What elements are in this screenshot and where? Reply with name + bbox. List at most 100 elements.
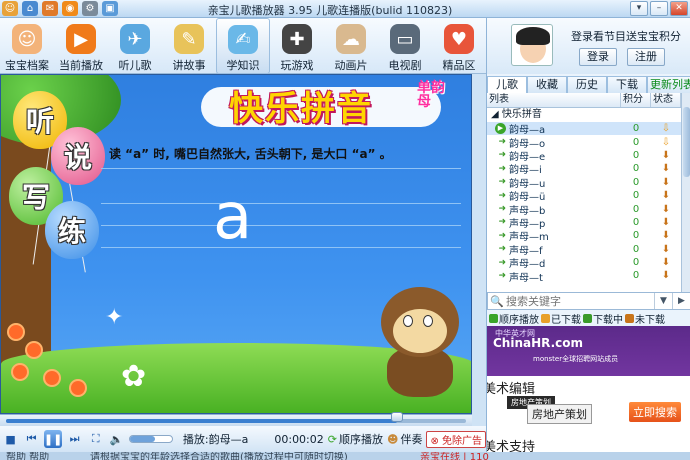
col-score[interactable]: 积分 bbox=[621, 93, 651, 107]
ruled-line bbox=[101, 168, 461, 169]
list-item[interactable]: ➜ 声母—m 0 ⬇ bbox=[487, 229, 681, 243]
gear-icon[interactable]: ⚙ bbox=[82, 1, 98, 16]
toolbar-tv-button[interactable]: ▭ 电视剧 bbox=[378, 18, 432, 74]
ad-free-button[interactable]: ⊗ 免除广告 bbox=[426, 430, 487, 448]
minimize-button[interactable]: – bbox=[650, 1, 668, 16]
list-item[interactable]: ▶ 韵母—a 0 ⇩ bbox=[487, 122, 681, 136]
col-list[interactable]: 列表 bbox=[487, 93, 621, 107]
window-title: 亲宝儿歌播放器 3.95 儿歌连播版(bulid 110823) bbox=[207, 4, 453, 17]
arrow-icon: ➜ bbox=[498, 177, 506, 188]
toolbar-baby-face-button[interactable]: ☺ 宝宝档案 bbox=[0, 18, 54, 74]
list-item[interactable]: ➜ 韵母—ü 0 ⬇ bbox=[487, 189, 681, 203]
collapse-icon[interactable]: ◢ bbox=[491, 109, 502, 120]
list-item[interactable]: ➜ 声母—b 0 ⬇ bbox=[487, 202, 681, 217]
volume-icon[interactable]: 🔈 bbox=[108, 430, 125, 448]
search-input[interactable] bbox=[506, 294, 654, 308]
rss-icon[interactable]: ◉ bbox=[62, 1, 78, 16]
progress-handle[interactable] bbox=[391, 412, 403, 422]
gamepad-icon: ✚ bbox=[282, 24, 312, 54]
col-status[interactable]: 状态 bbox=[651, 93, 681, 107]
login-button[interactable]: 登录 bbox=[579, 48, 617, 66]
tab-history[interactable]: 历史 bbox=[567, 76, 607, 93]
list-item[interactable]: ➜ 韵母—u 0 ⬇ bbox=[487, 176, 681, 190]
avatar[interactable] bbox=[511, 24, 553, 66]
not-downloaded-icon[interactable]: ⬇ bbox=[653, 257, 679, 268]
list-item[interactable]: ➜ 韵母—o 0 ⇩ bbox=[487, 135, 681, 150]
search-icon: 🔍 bbox=[490, 294, 504, 308]
not-downloaded-icon[interactable]: ⬇ bbox=[653, 204, 679, 215]
tab-songs[interactable]: 儿歌 bbox=[487, 76, 527, 93]
toolbar-play-button[interactable]: ▶ 当前播放 bbox=[54, 18, 108, 74]
toolbar-open-book-button[interactable]: ✍ 学知识 bbox=[216, 18, 270, 74]
legend-item: 未下载 bbox=[625, 311, 665, 326]
list-item[interactable]: ➜ 声母—t 0 ⬇ bbox=[487, 269, 681, 284]
playback-progress[interactable] bbox=[0, 412, 472, 426]
list-item[interactable]: ➜ 声母—p 0 ⬇ bbox=[487, 216, 681, 230]
not-downloaded-icon[interactable]: ⬇ bbox=[653, 270, 679, 281]
main-toolbar: ☺ 宝宝档案 ▶ 当前播放 ✈ 听儿歌 ✎ 讲故事 ✍ 学知识 ✚ 玩游戏 ☁ 动画片 ▭ 电视剧 ♥ 精品区 bbox=[0, 18, 486, 74]
ad-search-button[interactable]: 立即搜索 bbox=[629, 402, 681, 422]
stop-button[interactable]: ■ bbox=[2, 430, 19, 448]
toolbar-sheep-button[interactable]: ☁ 动画片 bbox=[324, 18, 378, 74]
not-downloaded-icon[interactable]: ⬇ bbox=[653, 230, 679, 241]
downloaded-icon[interactable]: ⇩ bbox=[653, 123, 679, 134]
toolbar-label: 学知识 bbox=[226, 59, 260, 72]
next-button[interactable]: ⏭ bbox=[66, 430, 83, 448]
flower-icon bbox=[27, 343, 41, 357]
list-item[interactable]: ➜ 声母—d 0 ⬇ bbox=[487, 256, 681, 270]
home-icon[interactable]: ⌂ bbox=[22, 1, 38, 16]
not-downloaded-icon[interactable]: ⬇ bbox=[653, 177, 679, 188]
accompany-button[interactable]: ☻ 伴奏 bbox=[387, 431, 422, 447]
mail-icon[interactable]: ✉ bbox=[42, 1, 58, 16]
toolbar-gamepad-button[interactable]: ✚ 玩游戏 bbox=[270, 18, 324, 74]
list-item[interactable]: ➜ 韵母—e 0 ⬇ bbox=[487, 149, 681, 163]
toolbar-heart-button[interactable]: ♥ 精品区 bbox=[432, 18, 486, 74]
toolbar-label: 电视剧 bbox=[388, 59, 422, 72]
previous-button[interactable]: ⏮ bbox=[23, 430, 40, 448]
list-item[interactable]: ➜ 声母—f 0 ⬇ bbox=[487, 243, 681, 257]
fullscreen-button[interactable]: ⛶ bbox=[87, 430, 104, 448]
tab-favorites[interactable]: 收藏 bbox=[527, 76, 567, 93]
tab-downloads[interactable]: 下载 bbox=[607, 76, 647, 93]
toolbar-book-button[interactable]: ✎ 讲故事 bbox=[162, 18, 216, 74]
downloaded-icon[interactable]: ⇩ bbox=[653, 137, 679, 148]
menu-button[interactable]: ▾ bbox=[630, 1, 648, 16]
advertisement-banner[interactable]: 中华英才网 ChinaHR.com monster全球招聘网站成员 美术编辑 房… bbox=[487, 326, 690, 452]
ruled-line bbox=[101, 247, 461, 248]
open-book-icon: ✍ bbox=[228, 25, 258, 54]
close-button[interactable]: ✕ bbox=[670, 1, 688, 16]
arrow-icon: ➜ bbox=[498, 270, 506, 281]
not-downloaded-icon[interactable]: ⬇ bbox=[653, 150, 679, 161]
pause-button[interactable]: ❚❚ bbox=[44, 430, 62, 448]
status-help[interactable]: 帮助 帮助 bbox=[6, 452, 49, 460]
list-item[interactable]: ➜ 韵母—i 0 ⬇ bbox=[487, 162, 681, 176]
legend-swatch-icon bbox=[583, 313, 592, 323]
song-list: ◢ 快乐拼音 ▶ 韵母—a 0 ⇩ ➜ 韵母—o 0 ⇩ ➜ 韵母—e 0 ⬇ ➜ 韵母—i 0 ⬇ ➜ 韵母—u… bbox=[487, 108, 681, 296]
list-group[interactable]: ◢ 快乐拼音 bbox=[487, 108, 681, 122]
list-item-name: 声母—t bbox=[509, 272, 543, 284]
search-dropdown-button[interactable]: ▼ bbox=[654, 293, 672, 309]
ad-brand: ChinaHR.com bbox=[493, 336, 584, 350]
volume-slider[interactable] bbox=[129, 435, 173, 443]
arrow-icon: ➜ bbox=[498, 204, 506, 215]
balloon-practice[interactable]: 练 bbox=[45, 201, 99, 259]
register-button[interactable]: 注册 bbox=[627, 48, 665, 66]
ad-tag-2: 房地产策划 bbox=[527, 404, 592, 424]
arrow-icon: ➜ bbox=[498, 163, 506, 174]
play-mode-button[interactable]: ⟳ 顺序播放 bbox=[328, 431, 383, 447]
toolbar-bird-button[interactable]: ✈ 听儿歌 bbox=[108, 18, 162, 74]
not-downloaded-icon[interactable]: ⬇ bbox=[653, 244, 679, 255]
not-downloaded-icon[interactable]: ⬇ bbox=[653, 190, 679, 201]
arrow-icon: ➜ bbox=[498, 230, 506, 241]
status-right[interactable]: 亲宝在线 | 110 bbox=[420, 452, 489, 460]
list-scrollbar[interactable] bbox=[681, 93, 690, 309]
not-downloaded-icon[interactable]: ⬇ bbox=[653, 163, 679, 174]
tab-update-list[interactable]: 更新列表 bbox=[647, 76, 690, 93]
scrollbar-thumb[interactable] bbox=[683, 107, 690, 177]
search-go-button[interactable]: ▶ bbox=[672, 293, 690, 309]
skin-icon[interactable]: ▣ bbox=[102, 1, 118, 16]
ad-heading-2: 美术支持 bbox=[487, 440, 536, 452]
balloon-speak[interactable]: 说 bbox=[51, 127, 105, 185]
status-message: 请根据宝宝的年龄选择合适的歌曲(播放过程中可随时切换) bbox=[90, 452, 348, 460]
not-downloaded-icon[interactable]: ⬇ bbox=[653, 217, 679, 228]
